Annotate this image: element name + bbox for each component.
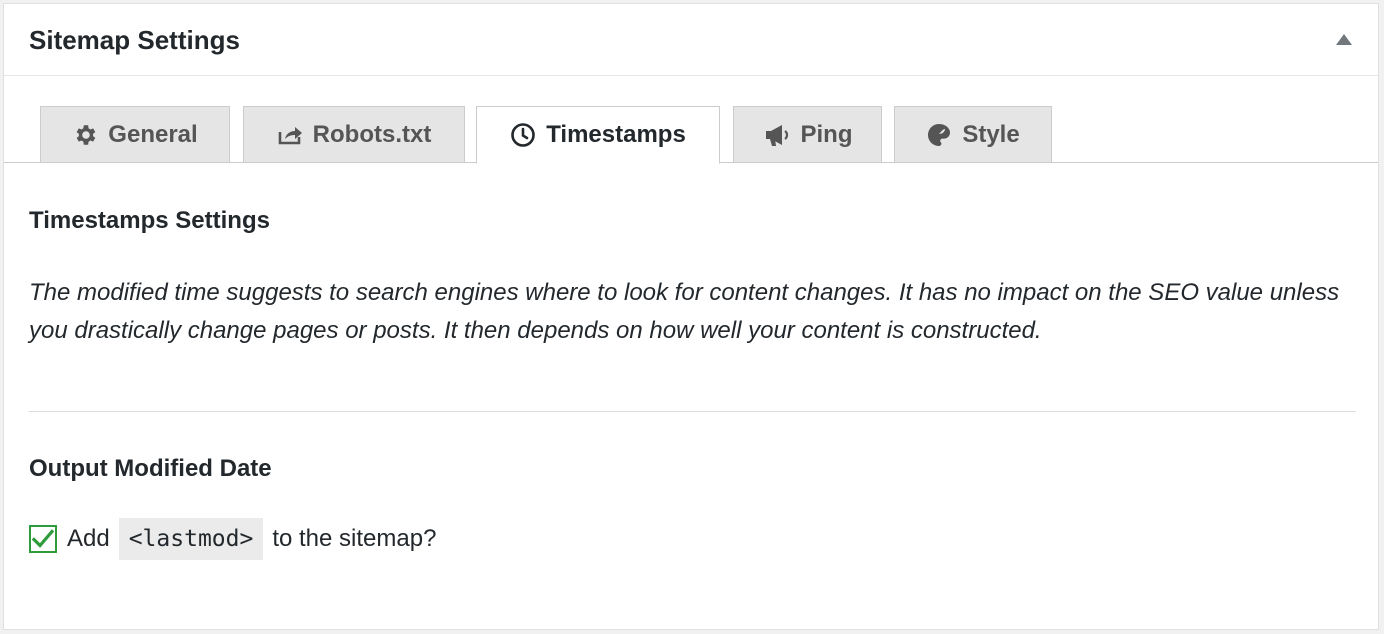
megaphone-icon: [763, 121, 791, 149]
palette-icon: [926, 122, 952, 148]
clock-icon: [510, 122, 536, 148]
lastmod-option-row: Add <lastmod> to the sitemap?: [29, 517, 436, 561]
tab-robots-txt[interactable]: Robots.txt: [243, 106, 465, 163]
panel-title: Sitemap Settings: [29, 25, 240, 55]
gear-icon: [72, 122, 98, 148]
sitemap-settings-panel: Sitemap Settings General Robots.txt Time…: [3, 3, 1379, 630]
collapse-toggle-icon[interactable]: [1336, 34, 1352, 45]
tab-ping-label: Ping: [800, 120, 853, 148]
tab-timestamps[interactable]: Timestamps: [476, 106, 720, 164]
tab-general[interactable]: General: [40, 106, 230, 163]
tab-bar: General Robots.txt Timestamps Ping Style: [4, 75, 1378, 164]
tab-style-label: Style: [962, 120, 1020, 148]
panel-header[interactable]: Sitemap Settings: [4, 4, 1378, 76]
section-title: Timestamps Settings: [29, 207, 270, 234]
tab-general-label: General: [108, 120, 198, 148]
option-title: Output Modified Date: [29, 455, 272, 482]
tab-style[interactable]: Style: [894, 106, 1052, 163]
tab-timestamps-label: Timestamps: [546, 121, 686, 148]
section-description: The modified time suggests to search eng…: [29, 279, 1340, 344]
option-label-after: to the sitemap?: [272, 525, 437, 552]
tab-robots-txt-label: Robots.txt: [312, 120, 432, 148]
checkmark-icon: [32, 529, 54, 548]
option-label-before: Add: [67, 525, 110, 552]
lastmod-code: <lastmod>: [118, 518, 264, 560]
share-icon: [277, 123, 303, 147]
divider: [29, 411, 1356, 412]
output-modified-date-checkbox[interactable]: [29, 525, 57, 553]
tab-ping[interactable]: Ping: [733, 106, 882, 163]
